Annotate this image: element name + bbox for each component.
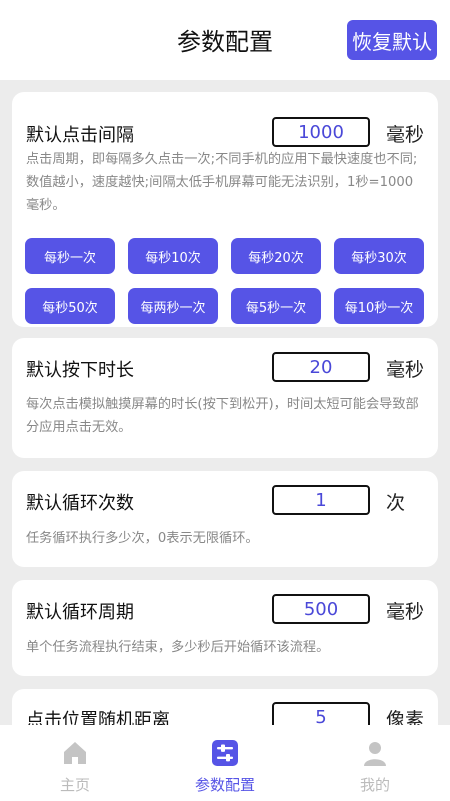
loop-count-input[interactable]: 1: [272, 485, 370, 515]
preset-button[interactable]: 每秒20次: [231, 238, 321, 274]
click-interval-unit: 毫秒: [386, 124, 425, 146]
press-duration-title: 默认按下时长: [26, 360, 134, 381]
loop-count-title: 默认循环次数: [26, 493, 134, 514]
preset-button[interactable]: 每5秒一次: [231, 288, 321, 324]
bottom-tab-bar: 主页 参数配置 我的: [0, 725, 450, 801]
preset-button[interactable]: 每秒30次: [334, 238, 424, 274]
loop-period-input[interactable]: 500: [272, 594, 370, 624]
click-interval-input[interactable]: 1000: [272, 117, 370, 147]
tab-home[interactable]: 主页: [0, 725, 150, 801]
loop-count-card: 默认循环次数 1 次 任务循环执行多少次，0表示无限循环。: [12, 471, 438, 567]
random-distance-title: 点击位置随机距离: [26, 710, 170, 725]
click-interval-title: 默认点击间隔: [26, 125, 134, 146]
preset-button[interactable]: 每两秒一次: [128, 288, 218, 324]
tab-mine-label: 我的: [359, 776, 390, 794]
press-duration-input[interactable]: 20: [272, 352, 370, 382]
click-interval-card: 默认点击间隔 1000 毫秒 点击周期，即每隔多久点击一次;不同手机的应用下最快…: [12, 92, 438, 327]
preset-button[interactable]: 每秒50次: [25, 288, 115, 324]
loop-period-unit: 毫秒: [386, 601, 425, 623]
press-duration-unit: 毫秒: [386, 359, 425, 381]
preset-button[interactable]: 每秒一次: [25, 238, 115, 274]
loop-period-desc: 单个任务流程执行结束，多少秒后开始循环该流程。: [26, 640, 330, 655]
header: 参数配置 恢复默认: [0, 0, 450, 80]
loop-count-unit: 次: [386, 492, 406, 514]
user-icon: [364, 742, 386, 766]
settings-list[interactable]: 默认点击间隔 1000 毫秒 点击周期，即每隔多久点击一次;不同手机的应用下最快…: [0, 80, 450, 725]
random-distance-card: 点击位置随机距离 5 像素: [12, 689, 438, 725]
home-icon: [64, 742, 86, 764]
sliders-icon: [212, 740, 238, 766]
preset-button[interactable]: 每秒10次: [128, 238, 218, 274]
press-duration-desc: 每次点击模拟触摸屏幕的时长(按下到松开)，时间太短可能会导致部分应用点击无效。: [26, 397, 419, 435]
tab-config-label: 参数配置: [194, 776, 255, 794]
click-interval-desc: 点击周期，即每隔多久点击一次;不同手机的应用下最快速度也不同;数值越小，速度越快…: [26, 152, 418, 213]
press-duration-card: 默认按下时长 20 毫秒 每次点击模拟触摸屏幕的时长(按下到松开)，时间太短可能…: [12, 338, 438, 458]
tab-home-label: 主页: [59, 776, 90, 794]
random-distance-input[interactable]: 5: [272, 702, 370, 725]
loop-period-card: 默认循环周期 500 毫秒 单个任务流程执行结束，多少秒后开始循环该流程。: [12, 580, 438, 676]
tab-config[interactable]: 参数配置: [150, 725, 300, 801]
loop-count-desc: 任务循环执行多少次，0表示无限循环。: [26, 531, 259, 546]
preset-button[interactable]: 每10秒一次: [334, 288, 424, 324]
tab-mine[interactable]: 我的: [300, 725, 450, 801]
loop-period-title: 默认循环周期: [26, 602, 134, 623]
reset-defaults-button[interactable]: 恢复默认: [347, 20, 437, 60]
random-distance-unit: 像素: [386, 709, 425, 725]
